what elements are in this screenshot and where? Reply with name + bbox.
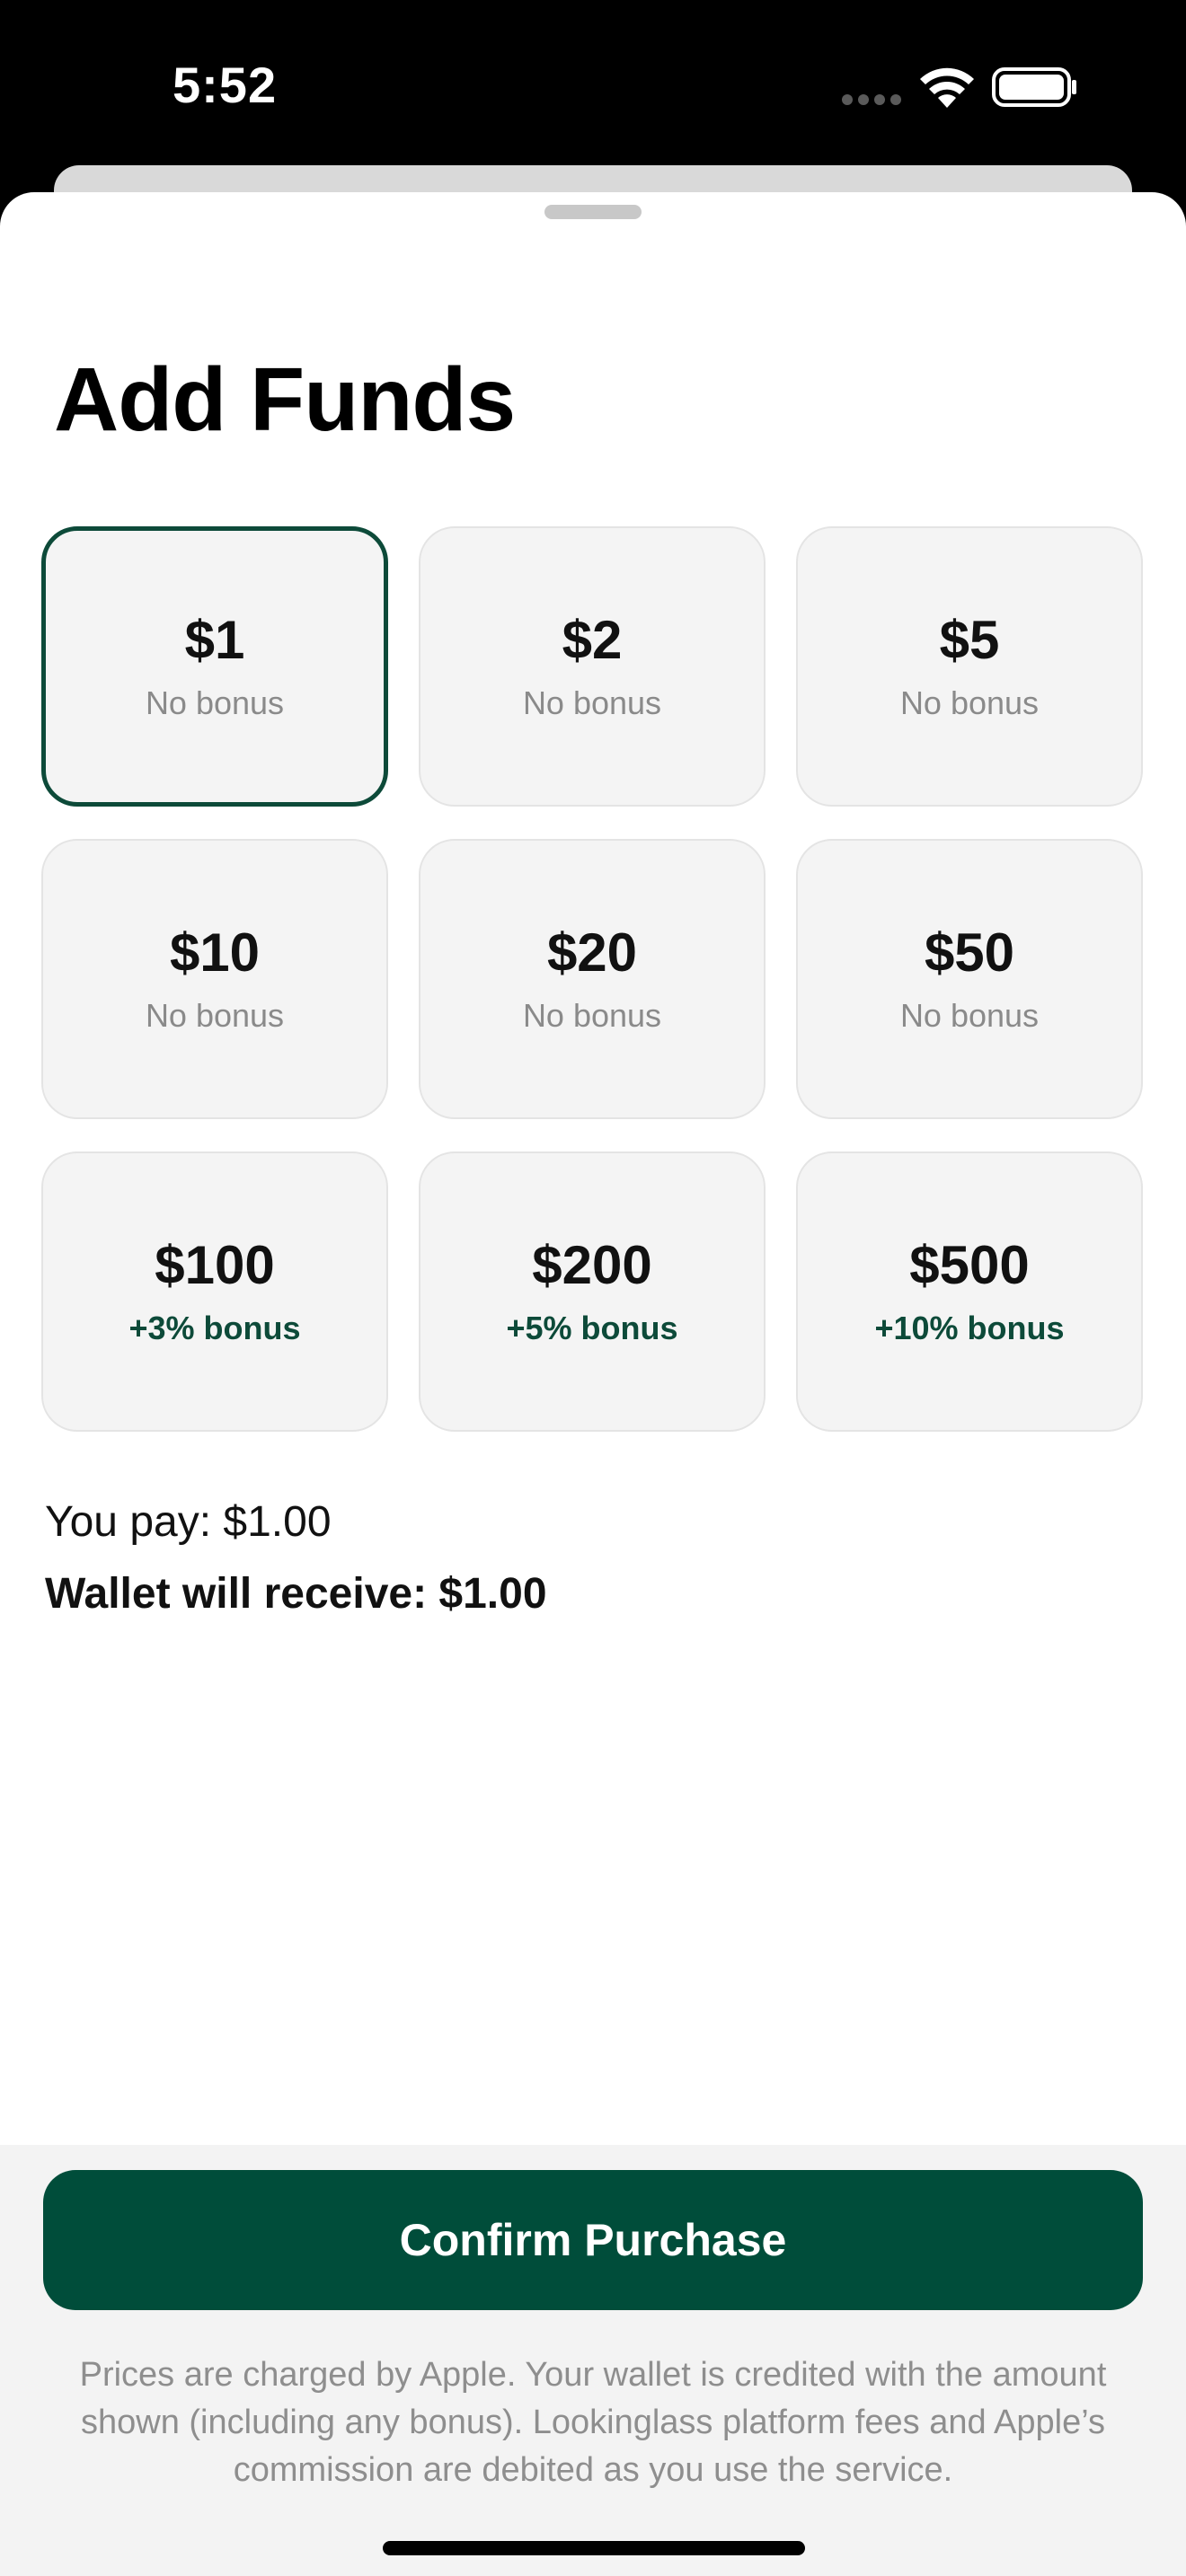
amount-value: $50 — [924, 922, 1015, 983]
payment-summary: You pay: $1.00 Wallet will receive: $1.0… — [45, 1496, 547, 1619]
home-indicator[interactable] — [383, 2541, 805, 2555]
amount-value: $10 — [169, 922, 261, 983]
amount-option-200[interactable]: $200 +5% bonus — [419, 1151, 766, 1432]
wifi-icon — [920, 67, 974, 108]
amount-value: $2 — [562, 610, 623, 670]
amount-option-2[interactable]: $2 No bonus — [419, 526, 766, 807]
amount-value: $100 — [155, 1235, 275, 1295]
confirm-purchase-button[interactable]: Confirm Purchase — [43, 2170, 1143, 2310]
pay-amount-text: You pay: $1.00 — [45, 1498, 332, 1546]
amount-value: $20 — [546, 922, 638, 983]
sheet-grabber[interactable] — [544, 205, 642, 219]
bonus-label: No bonus — [145, 684, 285, 721]
amount-grid: $1 No bonus $2 No bonus $5 No bonus $10 … — [41, 526, 1145, 1432]
bonus-label: No bonus — [522, 684, 662, 721]
amount-option-5[interactable]: $5 No bonus — [796, 526, 1143, 807]
amount-option-100[interactable]: $100 +3% bonus — [41, 1151, 388, 1432]
footer: Confirm Purchase Prices are charged by A… — [0, 2145, 1186, 2576]
amount-option-20[interactable]: $20 No bonus — [419, 839, 766, 1119]
amount-option-10[interactable]: $10 No bonus — [41, 839, 388, 1119]
disclaimer-text: Prices are charged by Apple. Your wallet… — [79, 2356, 1107, 2489]
bonus-label: No bonus — [522, 997, 662, 1034]
bonus-label: No bonus — [145, 997, 285, 1034]
bonus-label: +10% bonus — [874, 1310, 1065, 1346]
bonus-label: No bonus — [899, 997, 1040, 1034]
page-title: Add Funds — [54, 349, 516, 450]
bonus-label: No bonus — [899, 684, 1040, 721]
amount-value: $500 — [909, 1235, 1030, 1295]
amount-option-500[interactable]: $500 +10% bonus — [796, 1151, 1143, 1432]
cellular-signal-icon — [842, 94, 901, 105]
bonus-label: +3% bonus — [128, 1310, 301, 1346]
amount-value: $200 — [532, 1235, 652, 1295]
battery-icon — [992, 67, 1076, 107]
status-bar: 5:52 — [0, 0, 1186, 171]
wallet-receive-text: Wallet will receive: $1.00 — [45, 1569, 547, 1618]
amount-value: $1 — [184, 610, 245, 670]
status-time: 5:52 — [173, 57, 278, 113]
amount-option-50[interactable]: $50 No bonus — [796, 839, 1143, 1119]
screen: 5:52 Add Funds $1 No bonus $2 No bonus $… — [0, 0, 1186, 2576]
bonus-label: +5% bonus — [506, 1310, 678, 1346]
add-funds-sheet: Add Funds $1 No bonus $2 No bonus $5 No … — [0, 192, 1186, 2576]
amount-option-1[interactable]: $1 No bonus — [41, 526, 388, 807]
amount-value: $5 — [939, 610, 1000, 670]
